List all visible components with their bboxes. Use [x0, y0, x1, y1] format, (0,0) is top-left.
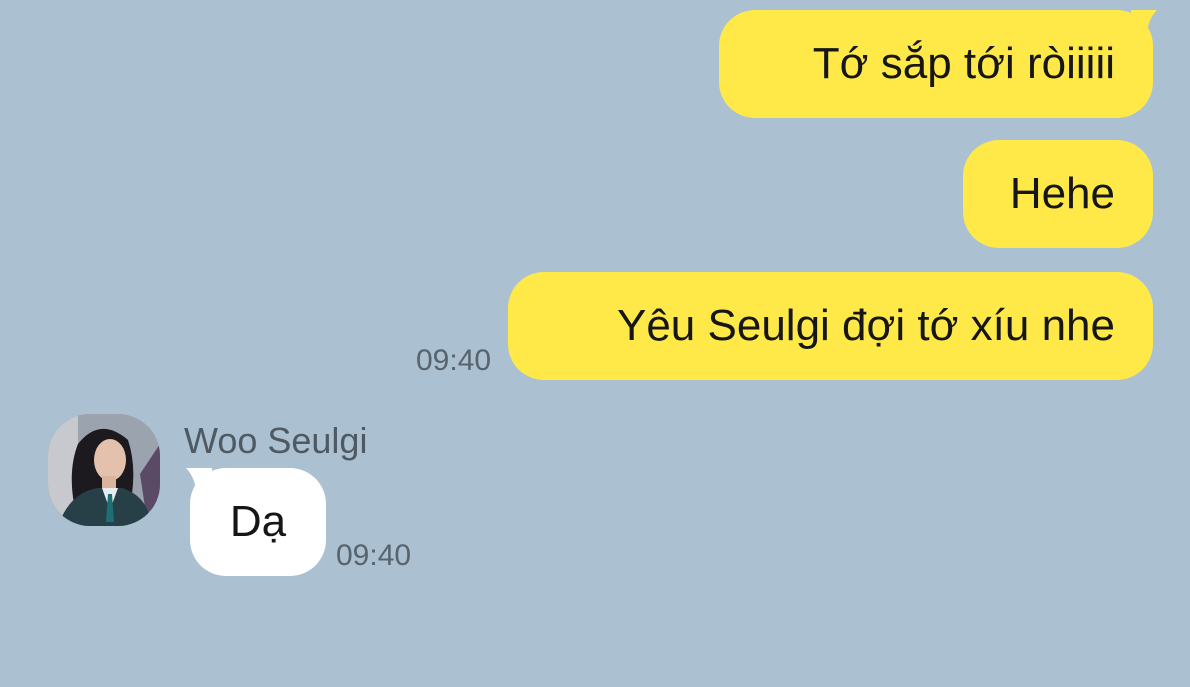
profile-photo-icon — [48, 414, 160, 526]
message-text: Tớ sắp tới ròiiiii — [812, 39, 1115, 88]
contact-avatar[interactable] — [48, 414, 160, 526]
message-timestamp: 09:40 — [416, 344, 492, 377]
sent-message-bubble[interactable]: Yêu Seulgi đợi tớ xíu nhe — [508, 272, 1153, 380]
message-timestamp: 09:40 — [336, 539, 412, 572]
sent-message-bubble[interactable]: Hehe — [963, 140, 1153, 248]
message-text: Hehe — [1009, 169, 1115, 218]
chat-message-list[interactable]: Tớ sắp tới ròiiiii Hehe Yêu Seulgi đợi t… — [0, 0, 1190, 687]
message-text: Yêu Seulgi đợi tớ xíu nhe — [616, 301, 1115, 350]
bubble-tail-icon — [1131, 10, 1157, 32]
message-text: Dạ — [229, 497, 287, 546]
sender-name: Woo Seulgi — [184, 420, 368, 461]
sent-message-bubble[interactable]: Tớ sắp tới ròiiiii — [719, 10, 1153, 118]
received-message-bubble[interactable]: Dạ — [190, 468, 326, 576]
